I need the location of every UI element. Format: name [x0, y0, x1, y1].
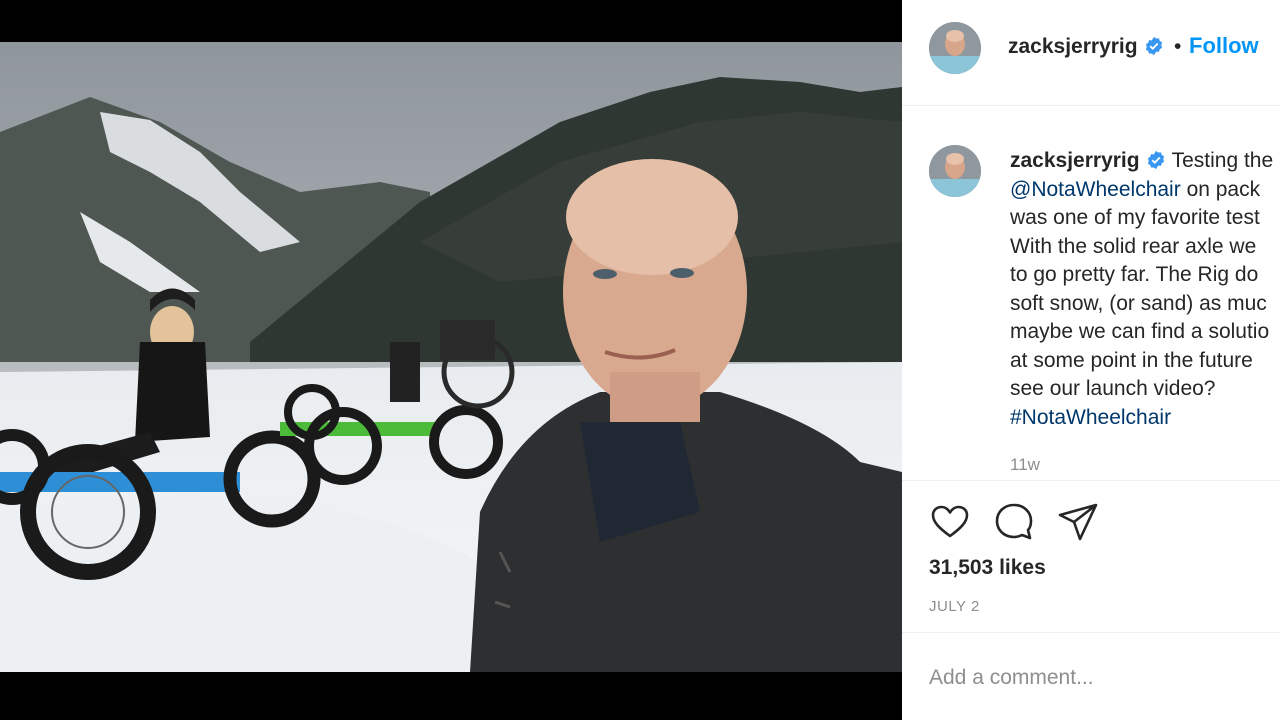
caption-line: at some point in the future: [1010, 348, 1253, 372]
caption-line: @NotaWheelchair on pack: [1010, 176, 1280, 205]
comment-bar: [902, 632, 1280, 720]
post-date: JULY 2: [929, 598, 980, 615]
caption-line: was one of my favorite test: [1010, 206, 1260, 229]
avatar[interactable]: [929, 22, 981, 74]
separator-dot: •: [1174, 35, 1182, 58]
post-media-area: [0, 0, 902, 720]
post-photo[interactable]: [0, 42, 902, 672]
caption-line: to go pretty far. The Rig do: [1010, 263, 1259, 286]
verified-badge-icon: [1147, 150, 1164, 170]
caption-line: #NotaWheelchair: [1010, 404, 1280, 433]
avatar[interactable]: [929, 145, 981, 197]
heart-icon: [931, 505, 969, 538]
verified-badge-icon: [1145, 36, 1162, 56]
header-username[interactable]: zacksjerryrig: [1008, 35, 1164, 59]
post-caption: zacksjerryrig Testing the @NotaWheelchair…: [1010, 147, 1280, 432]
caption-line: soft snow, (or sand) as muc: [1010, 291, 1267, 315]
hashtag-link[interactable]: #NotaWheelchair: [1010, 406, 1171, 429]
post-header: zacksjerryrig • Follow: [902, 0, 1280, 106]
mention-link[interactable]: @NotaWheelchair: [1010, 178, 1181, 201]
comment-button[interactable]: [993, 501, 1035, 543]
caption-line: zacksjerryrig Testing the: [1010, 147, 1280, 176]
comment-input[interactable]: [929, 663, 1259, 693]
caption-area: zacksjerryrig Testing the @NotaWheelchair…: [902, 107, 1280, 480]
caption-username[interactable]: zacksjerryrig: [1010, 149, 1140, 172]
follow-button[interactable]: Follow: [1189, 33, 1259, 59]
caption-text: on pack: [1186, 177, 1261, 201]
caption-line: With the solid rear axle we: [1010, 234, 1257, 258]
share-button[interactable]: [1057, 501, 1099, 543]
paper-plane-icon: [1058, 503, 1098, 541]
post-actions: 31,503 likes JULY 2: [902, 480, 1280, 632]
post-sidebar: zacksjerryrig • Follow zacksjerryrig Test…: [902, 0, 1280, 720]
caption-line: see our launch video?: [1010, 377, 1216, 400]
caption-text: Testing the: [1171, 149, 1274, 172]
username-text[interactable]: zacksjerryrig: [1008, 35, 1138, 58]
likes-count[interactable]: 31,503 likes: [929, 556, 1046, 580]
comment-bubble-icon: [995, 503, 1033, 540]
like-button[interactable]: [929, 501, 971, 543]
post-time-ago[interactable]: 11w: [1010, 455, 1040, 475]
caption-line: maybe we can find a solutio: [1010, 320, 1270, 343]
